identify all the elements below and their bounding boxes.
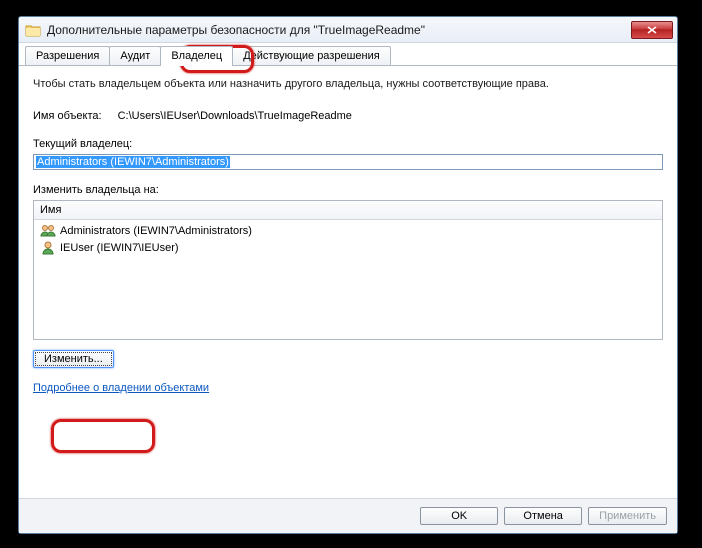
close-button[interactable] [631, 21, 673, 39]
dialog-footer: OK Отмена Применить [19, 498, 677, 533]
ok-button[interactable]: OK [420, 507, 498, 525]
close-icon [647, 26, 657, 34]
tab-audit[interactable]: Аудит [109, 46, 161, 65]
tab-content: Чтобы стать владельцем объекта или назна… [19, 66, 677, 498]
intro-text: Чтобы стать владельцем объекта или назна… [33, 78, 663, 90]
tab-effective[interactable]: Действующие разрешения [232, 46, 390, 65]
object-path: C:\Users\IEUser\Downloads\TrueImageReadm… [118, 110, 352, 122]
tab-owner[interactable]: Владелец [160, 46, 233, 66]
current-owner-label: Текущий владелец: [33, 138, 663, 150]
list-item[interactable]: Administrators (IEWIN7\Administrators) [34, 222, 662, 239]
object-label: Имя объекта: [33, 110, 102, 122]
current-owner-value: Administrators (IEWIN7\Administrators) [36, 156, 230, 168]
tabstrip: Разрешения Аудит Владелец Действующие ра… [19, 43, 677, 66]
edit-button[interactable]: Изменить... [33, 350, 114, 368]
learn-more-link[interactable]: Подробнее о владении объектами [33, 382, 663, 394]
apply-button: Применить [588, 507, 667, 525]
change-owner-label: Изменить владельца на: [33, 184, 663, 196]
list-body: Administrators (IEWIN7\Administrators) I… [34, 220, 662, 339]
titlebar: Дополнительные параметры безопасности дл… [19, 17, 677, 43]
list-item-label: IEUser (IEWIN7\IEUser) [60, 242, 179, 254]
user-icon [40, 240, 56, 256]
tab-permissions[interactable]: Разрешения [25, 46, 110, 65]
security-dialog: Дополнительные параметры безопасности дл… [18, 16, 678, 534]
list-item-label: Administrators (IEWIN7\Administrators) [60, 225, 252, 237]
group-icon [40, 223, 56, 239]
folder-icon [25, 23, 41, 37]
list-header-name[interactable]: Имя [34, 201, 662, 220]
cancel-button[interactable]: Отмена [504, 507, 582, 525]
current-owner-field[interactable]: Administrators (IEWIN7\Administrators) [33, 154, 663, 170]
list-item[interactable]: IEUser (IEWIN7\IEUser) [34, 239, 662, 256]
window-title: Дополнительные параметры безопасности дл… [47, 23, 631, 37]
owners-listbox[interactable]: Имя Administrators (IEWIN7\Administrator… [33, 200, 663, 340]
